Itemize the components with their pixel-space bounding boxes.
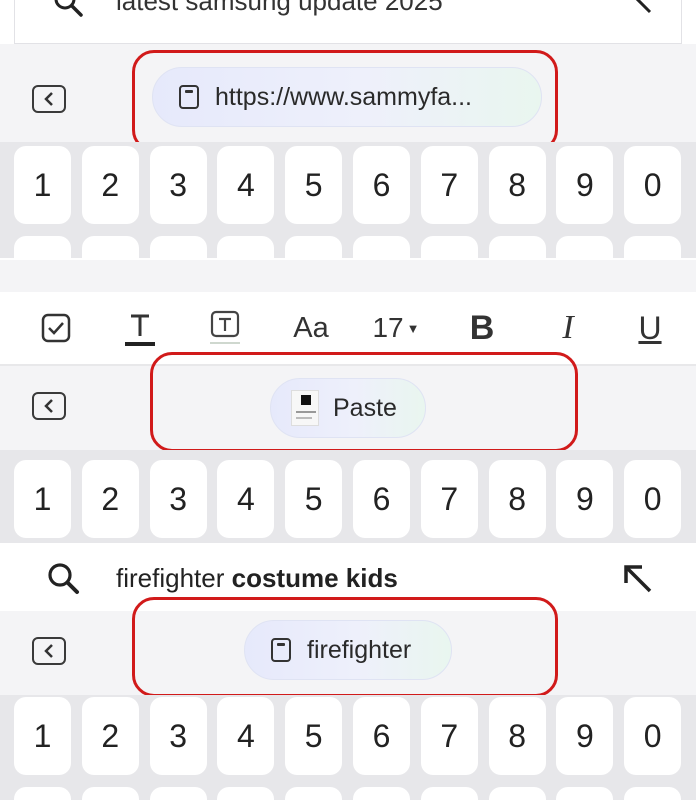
next-row-key[interactable]	[353, 236, 410, 258]
number-key-0[interactable]: 0	[624, 697, 682, 775]
number-key-2[interactable]: 2	[81, 460, 139, 538]
number-key-1[interactable]: 1	[14, 460, 71, 538]
next-row-key[interactable]	[556, 236, 614, 258]
number-key-0[interactable]: 0	[624, 146, 682, 224]
next-row-key[interactable]	[81, 236, 139, 258]
number-key-7[interactable]: 7	[420, 697, 478, 775]
next-row-key[interactable]	[624, 787, 682, 800]
search-query-prefix: firefighter	[116, 563, 225, 593]
next-row-key[interactable]	[556, 787, 614, 800]
keyboard-panel-1: latest samsung update 2025 https://www.s…	[0, 0, 696, 258]
number-key-5[interactable]: 5	[285, 697, 343, 775]
next-row-key[interactable]	[149, 236, 207, 258]
next-row-key[interactable]	[285, 787, 343, 800]
search-query[interactable]: firefighter costume kids	[116, 563, 398, 594]
number-key-8[interactable]: 8	[488, 146, 546, 224]
number-key-5[interactable]: 5	[285, 146, 343, 224]
number-key-4[interactable]: 4	[217, 146, 275, 224]
number-key-8[interactable]: 8	[488, 697, 546, 775]
search-bar[interactable]: latest samsung update 2025	[0, 0, 696, 44]
number-key-2[interactable]: 2	[81, 697, 139, 775]
next-row-key[interactable]	[149, 787, 207, 800]
number-key-7[interactable]: 7	[420, 146, 478, 224]
next-row-key[interactable]	[81, 787, 139, 800]
number-key-9[interactable]: 9	[556, 146, 614, 224]
next-row-key[interactable]	[217, 787, 275, 800]
underline-button[interactable]: U	[630, 292, 670, 364]
number-key-9[interactable]: 9	[556, 460, 614, 538]
keyboard-panel-2: Aa 17 ▼ B I U Paste 1234567890	[0, 260, 696, 543]
next-row-key[interactable]	[488, 236, 546, 258]
highlight-outline	[132, 597, 558, 697]
checkbox-icon[interactable]	[36, 292, 76, 364]
back-icon[interactable]	[32, 85, 66, 113]
number-key-3[interactable]: 3	[149, 460, 207, 538]
chevron-down-icon: ▼	[406, 320, 420, 336]
font-size-value: 17	[372, 312, 404, 343]
number-key-row: 1234567890	[0, 142, 696, 258]
arrow-up-left-icon[interactable]	[620, 561, 654, 595]
back-icon[interactable]	[32, 637, 66, 665]
number-key-7[interactable]: 7	[420, 460, 478, 538]
next-row-key[interactable]	[488, 787, 546, 800]
number-key-9[interactable]: 9	[556, 697, 614, 775]
number-key-row: 1234567890	[0, 695, 696, 800]
search-query[interactable]: latest samsung update 2025	[116, 0, 443, 17]
next-row-key[interactable]	[420, 787, 478, 800]
next-row-key[interactable]	[14, 787, 71, 800]
number-key-8[interactable]: 8	[488, 460, 546, 538]
highlight-outline	[132, 50, 558, 152]
keyboard-panel-3: firefighter costume kids firefighter 123…	[0, 545, 696, 800]
search-icon[interactable]	[46, 561, 80, 595]
number-key-6[interactable]: 6	[353, 460, 410, 538]
number-key-3[interactable]: 3	[149, 697, 207, 775]
number-key-3[interactable]: 3	[149, 146, 207, 224]
search-query-suggestion: costume kids	[231, 563, 398, 593]
next-row-key[interactable]	[420, 236, 478, 258]
highlight-outline	[150, 352, 578, 452]
number-key-4[interactable]: 4	[217, 460, 275, 538]
next-row-key[interactable]	[624, 236, 682, 258]
number-key-4[interactable]: 4	[217, 697, 275, 775]
number-key-1[interactable]: 1	[14, 146, 71, 224]
number-key-2[interactable]: 2	[81, 146, 139, 224]
number-key-6[interactable]: 6	[353, 697, 410, 775]
next-row-key[interactable]	[353, 787, 410, 800]
number-key-row: 1234567890	[0, 450, 696, 543]
number-key-0[interactable]: 0	[624, 460, 682, 538]
next-row-key[interactable]	[14, 236, 71, 258]
next-row-key[interactable]	[285, 236, 343, 258]
back-icon[interactable]	[32, 392, 66, 420]
number-key-5[interactable]: 5	[285, 460, 343, 538]
search-icon[interactable]	[52, 0, 84, 18]
number-key-6[interactable]: 6	[353, 146, 410, 224]
text-color-icon[interactable]	[120, 292, 160, 364]
number-key-1[interactable]: 1	[14, 697, 71, 775]
arrow-up-left-icon[interactable]	[624, 0, 654, 16]
next-row-key[interactable]	[217, 236, 275, 258]
